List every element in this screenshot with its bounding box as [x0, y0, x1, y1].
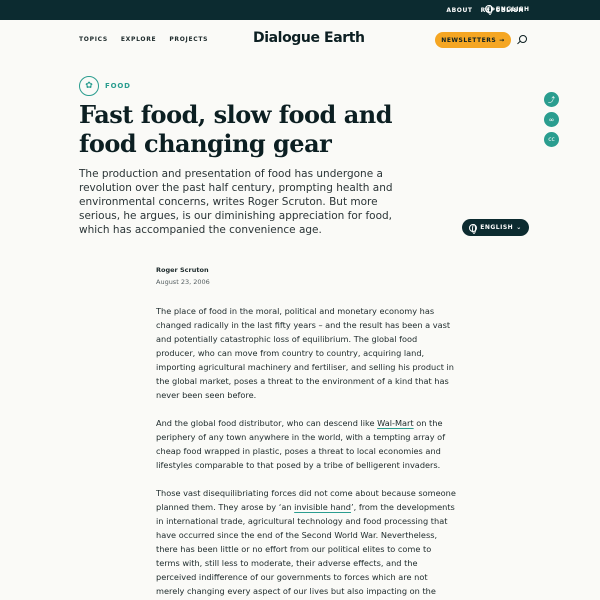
paragraph: Those vast disequilibriating forces did … — [156, 486, 456, 598]
newsletters-label: NEWSLETTERS — [441, 36, 497, 44]
search-icon[interactable] — [519, 35, 527, 43]
newsletters-button[interactable]: NEWSLETTERS → — [435, 32, 511, 48]
paragraph-text: ’, from the developments in internationa… — [156, 502, 455, 596]
article-standfirst: The production and presentation of food … — [79, 168, 393, 236]
language-pill-label: ENGLISH — [480, 224, 514, 231]
paragraph: The place of food in the moral, politica… — [156, 306, 454, 400]
language-label: ENGLISH — [496, 5, 530, 13]
language-pill[interactable]: ENGLISH ⌄ — [462, 219, 529, 236]
main-nav: TOPICS EXPLORE PROJECTS Dialogue Earth N… — [0, 20, 600, 60]
arrow-right-icon: → — [499, 36, 505, 44]
paragraph: And the global food distributor, who can… — [156, 416, 456, 472]
nav-menu: TOPICS EXPLORE PROJECTS — [79, 36, 208, 43]
byline: Roger Scruton August 23, 2006 — [156, 266, 210, 286]
article-body: The place of food in the moral, politica… — [156, 304, 456, 600]
about-link[interactable]: ABOUT — [446, 7, 472, 14]
globe-icon — [469, 223, 478, 234]
link-icon[interactable]: ∞ — [544, 112, 559, 127]
site-logo[interactable]: Dialogue Earth — [253, 30, 365, 46]
topic-label: FOOD — [105, 82, 131, 90]
author-name[interactable]: Roger Scruton — [156, 266, 210, 274]
nav-explore[interactable]: EXPLORE — [121, 36, 156, 43]
paragraph-text: And the global food distributor, who can… — [156, 418, 378, 428]
share-icon[interactable]: ⤴ — [544, 92, 559, 107]
article-title: Fast food, slow food and food changing g… — [79, 100, 392, 158]
cc-icon[interactable]: cc — [544, 132, 559, 147]
invisible-hand-link[interactable]: invisible hand — [294, 502, 351, 512]
chevron-down-icon: ⌄ — [516, 224, 522, 231]
globe-icon — [485, 5, 493, 15]
nav-projects[interactable]: PROJECTS — [169, 36, 208, 43]
language-selector[interactable]: ENGLISH — [485, 5, 530, 15]
topic-tag[interactable]: ✿ FOOD — [79, 76, 131, 96]
nav-topics[interactable]: TOPICS — [79, 36, 108, 43]
publish-date: August 23, 2006 — [156, 278, 210, 286]
food-icon: ✿ — [79, 76, 99, 96]
top-bar: ABOUT REPUBLISH ENGLISH — [0, 0, 600, 20]
walmart-link[interactable]: Wal-Mart — [377, 418, 413, 428]
